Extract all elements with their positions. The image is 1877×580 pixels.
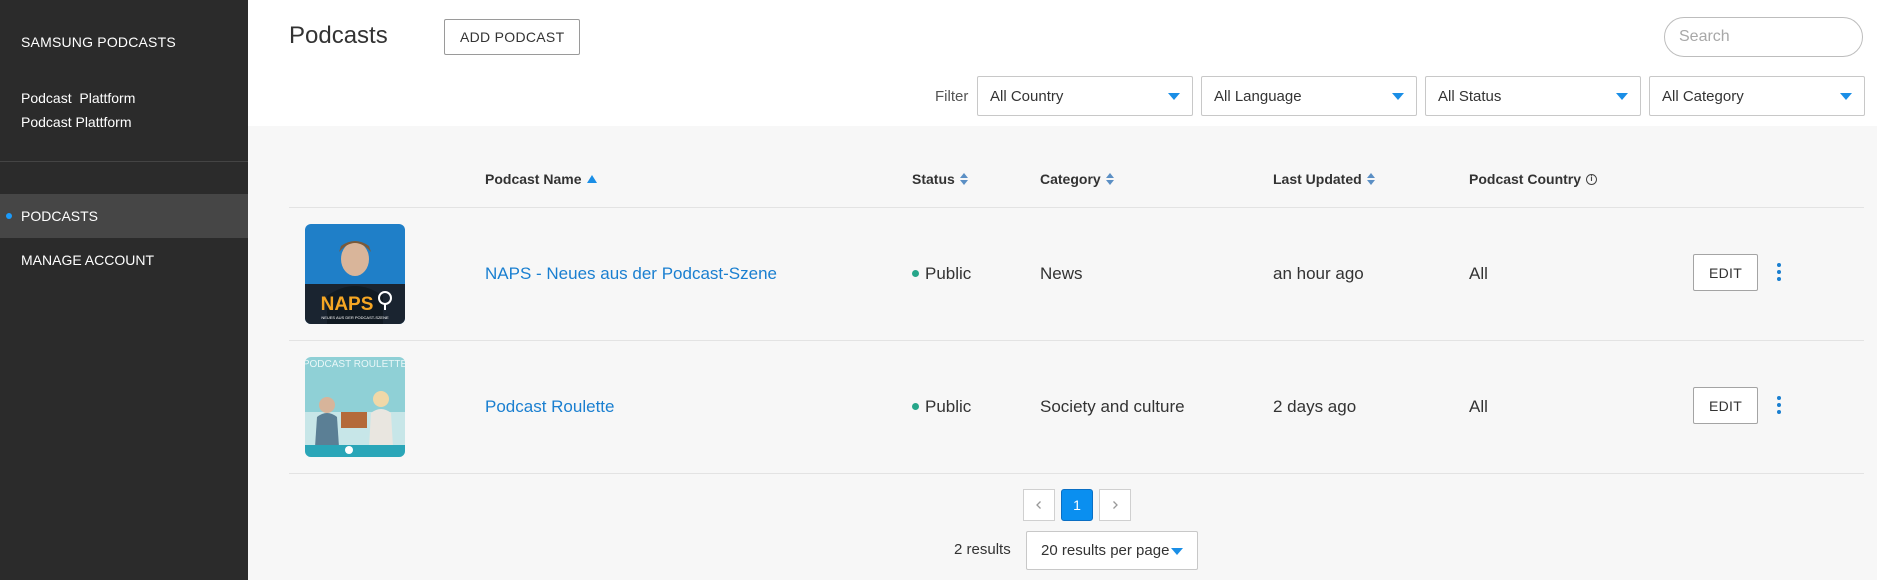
sidebar-item-label: MANAGE ACCOUNT <box>21 252 155 268</box>
more-options-icon[interactable] <box>1776 396 1782 416</box>
status-filter-select[interactable]: All Status <box>1425 76 1641 116</box>
info-icon[interactable]: i <box>1586 173 1598 185</box>
cover-subtitle: NEUES AUS DER PODCAST-SZENE <box>321 315 389 320</box>
last-updated-cell: 2 days ago <box>1273 397 1357 416</box>
country-cell: All <box>1469 264 1488 283</box>
results-per-page-value: 20 results per page <box>1041 542 1170 559</box>
status-badge: Public <box>912 264 971 284</box>
chevron-left-icon <box>1036 501 1041 509</box>
column-header-podcast-name[interactable]: Podcast Name <box>485 171 598 187</box>
org-line-2: Podcast Plattform <box>21 114 132 130</box>
results-count: 2 results <box>954 541 1011 558</box>
country-filter-select[interactable]: All Country <box>977 76 1193 116</box>
edit-button[interactable]: EDIT <box>1693 254 1758 291</box>
column-header-status[interactable]: Status <box>912 171 968 187</box>
cover-title: PODCAST ROULETTE <box>305 359 405 370</box>
naps-cover-art: NAPS NEUES AUS DER PODCAST-SZENE <box>305 224 405 324</box>
table-row: NAPS NEUES AUS DER PODCAST-SZENE NAPS - … <box>289 208 1864 341</box>
organization-info: Podcast Plattform Podcast Plattform <box>21 86 135 134</box>
category-cell: News <box>1040 264 1083 283</box>
page-title: Podcasts <box>289 22 388 49</box>
podcast-name-link[interactable]: NAPS - Neues aus der Podcast-Szene <box>485 264 777 284</box>
podcast-cover-image[interactable]: NAPS NEUES AUS DER PODCAST-SZENE <box>305 224 405 324</box>
sidebar-divider <box>0 161 248 162</box>
content-area: Podcast Name Status Category Last Update… <box>248 126 1877 580</box>
column-label: Last Updated <box>1273 171 1362 187</box>
podcast-cover-image[interactable]: PODCAST ROULETTE <box>305 357 405 457</box>
category-filter-value: All Category <box>1662 87 1744 105</box>
filter-label: Filter <box>935 88 969 105</box>
status-text: Public <box>925 397 972 416</box>
column-header-last-updated[interactable]: Last Updated <box>1273 171 1375 187</box>
table-row: PODCAST ROULETTE Podcast Roulette Public… <box>289 341 1864 474</box>
column-header-podcast-country: Podcast Country i <box>1469 171 1598 187</box>
table-header: Podcast Name Status Category Last Update… <box>289 126 1864 208</box>
country-filter-value: All Country <box>990 87 1064 105</box>
column-label: Podcast Country <box>1469 171 1582 187</box>
podcasts-table: Podcast Name Status Category Last Update… <box>289 126 1864 474</box>
column-label: Status <box>912 171 955 187</box>
roulette-cover-art: PODCAST ROULETTE <box>305 357 405 457</box>
caret-down-icon <box>1392 93 1404 100</box>
country-cell: All <box>1469 397 1488 416</box>
status-filter-value: All Status <box>1438 87 1502 105</box>
column-header-category[interactable]: Category <box>1040 171 1114 187</box>
sort-ascending-icon <box>587 175 598 183</box>
column-label: Podcast Name <box>485 171 582 187</box>
previous-page-button[interactable] <box>1023 489 1055 521</box>
caret-down-icon <box>1168 93 1180 100</box>
next-page-button[interactable] <box>1099 489 1131 521</box>
pagination: 1 <box>1023 489 1131 521</box>
sort-icon <box>959 173 968 185</box>
more-options-icon[interactable] <box>1776 263 1782 283</box>
sidebar-item-label: PODCASTS <box>21 208 99 224</box>
sidebar-item-podcasts[interactable]: PODCASTS <box>0 194 248 238</box>
category-filter-select[interactable]: All Category <box>1649 76 1865 116</box>
status-badge: Public <box>912 397 971 417</box>
sidebar: SAMSUNG PODCASTS Podcast Plattform Podca… <box>0 0 248 580</box>
page-number-button[interactable]: 1 <box>1061 489 1093 521</box>
edit-button[interactable]: EDIT <box>1693 387 1758 424</box>
status-text: Public <box>925 264 972 283</box>
caret-down-icon <box>1616 93 1628 100</box>
language-filter-value: All Language <box>1214 87 1302 105</box>
page-header: Podcasts ADD PODCAST Filter All Country … <box>248 0 1877 126</box>
category-cell: Society and culture <box>1040 397 1185 416</box>
chevron-right-icon <box>1113 501 1118 509</box>
caret-down-icon <box>1171 547 1183 555</box>
add-podcast-button[interactable]: ADD PODCAST <box>444 19 581 55</box>
search-input[interactable] <box>1664 17 1863 57</box>
column-label: Category <box>1040 171 1101 187</box>
last-updated-cell: an hour ago <box>1273 264 1364 283</box>
status-dot-icon <box>912 403 919 411</box>
sidebar-nav: PODCASTS MANAGE ACCOUNT <box>0 194 248 282</box>
brand-name[interactable]: SAMSUNG PODCASTS <box>21 34 176 50</box>
cover-title: NAPS <box>321 294 374 315</box>
status-dot-icon <box>912 270 919 278</box>
main-content: Podcasts ADD PODCAST Filter All Country … <box>248 0 1877 580</box>
podcast-name-link[interactable]: Podcast Roulette <box>485 397 614 417</box>
org-line-1: Podcast Plattform <box>21 90 136 106</box>
sidebar-item-manage-account[interactable]: MANAGE ACCOUNT <box>0 238 248 282</box>
results-per-page-select[interactable]: 20 results per page <box>1026 531 1198 570</box>
caret-down-icon <box>1840 93 1852 100</box>
active-indicator-icon <box>6 213 12 219</box>
sort-icon <box>1105 173 1114 185</box>
language-filter-select[interactable]: All Language <box>1201 76 1417 116</box>
sort-icon <box>1366 173 1375 185</box>
